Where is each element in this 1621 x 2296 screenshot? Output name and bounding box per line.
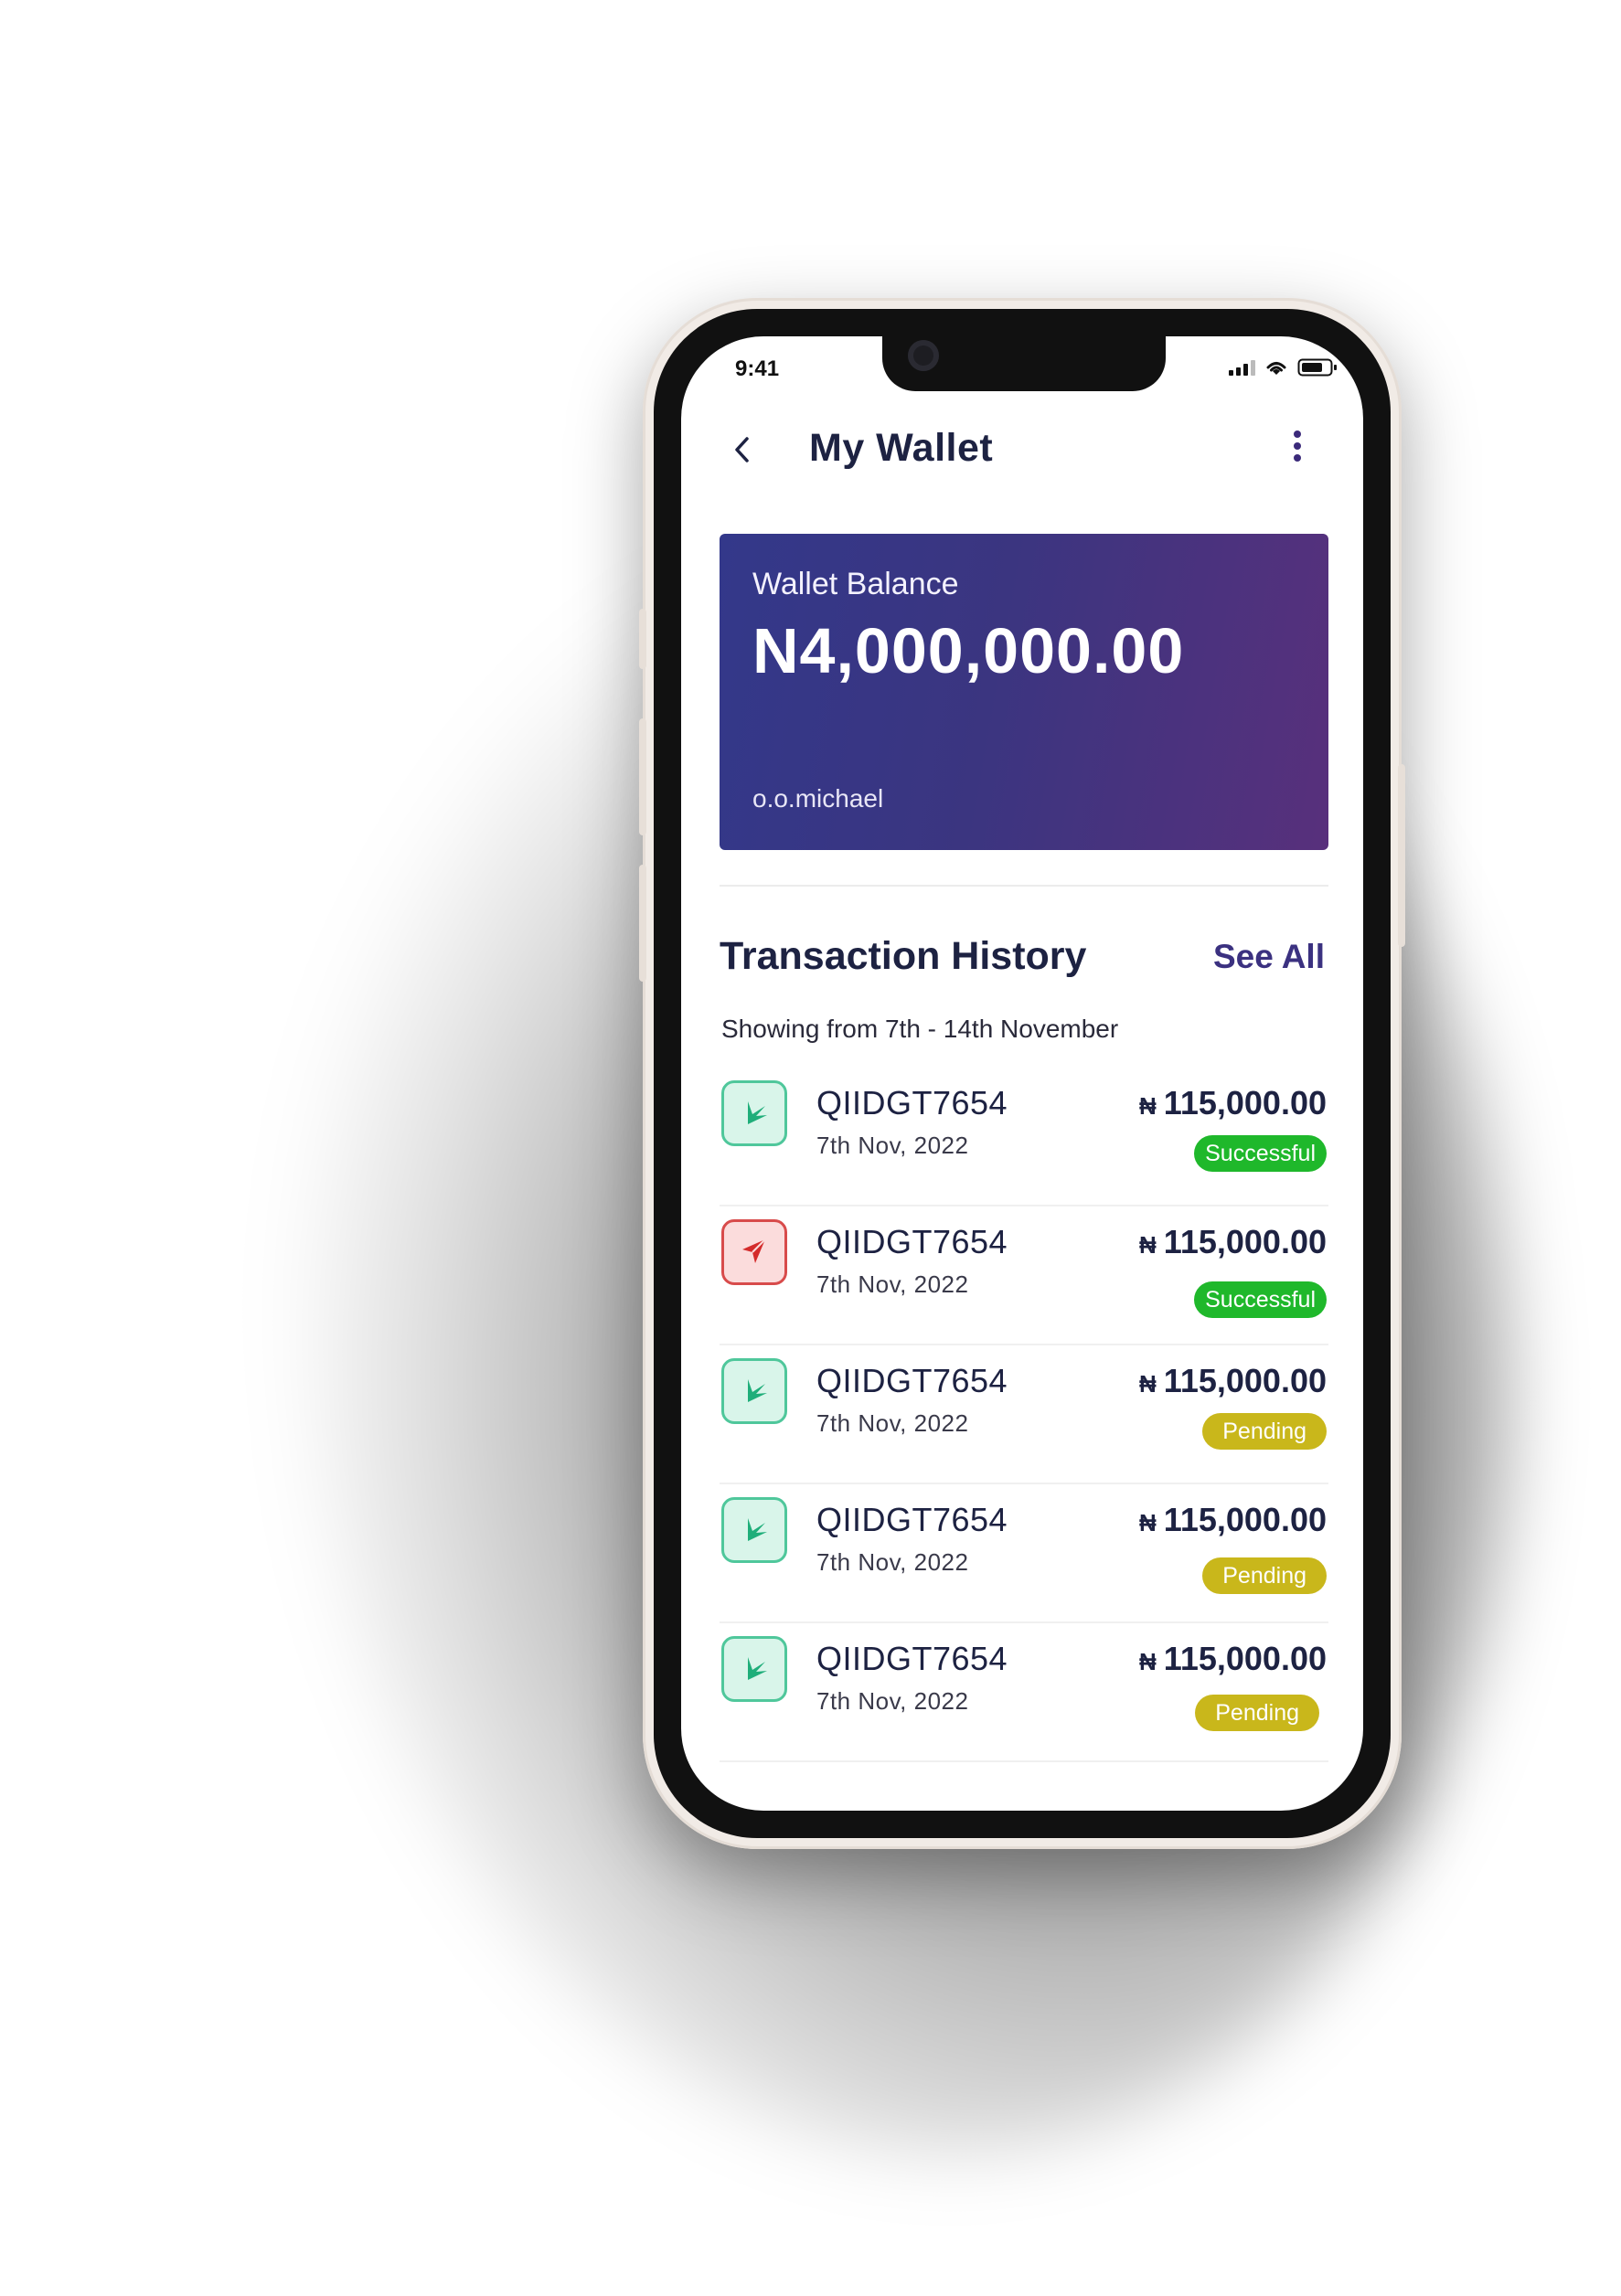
transaction-amount: ₦ 115,000.00 [1139,1501,1327,1539]
screen: 9:41 My Wallet Wallet Balance N4,000,000… [681,336,1363,1811]
naira-symbol: ₦ [1139,1509,1157,1536]
wallet-balance-card[interactable]: Wallet Balance N4,000,000.00 o.o.michael [720,534,1328,850]
wallet-username: o.o.michael [752,784,884,813]
status-time: 9:41 [735,356,780,381]
amount-value: 115,000.00 [1163,1362,1327,1399]
date-range-text: Showing from 7th - 14th November [721,1015,1119,1043]
back-button[interactable] [725,431,762,468]
status-badge: Pending [1195,1695,1319,1731]
wallet-balance-amount: N4,000,000.00 [752,615,1185,686]
transaction-date: 7th Nov, 2022 [816,1409,969,1437]
naira-symbol: ₦ [1139,1231,1157,1259]
transaction-date: 7th Nov, 2022 [816,1132,969,1159]
transaction-date: 7th Nov, 2022 [816,1687,969,1715]
status-badge: Pending [1202,1557,1327,1594]
bezel: 9:41 My Wallet Wallet Balance N4,000,000… [654,309,1391,1838]
naira-symbol: ₦ [1139,1370,1157,1398]
volume-up-button [639,718,646,835]
transaction-amount: ₦ 115,000.00 [1139,1362,1327,1400]
see-all-link[interactable]: See All [1213,938,1325,976]
transaction-id: QIIDGT7654 [816,1223,1008,1260]
page-title: My Wallet [809,426,994,470]
volume-down-button [639,865,646,982]
more-options-button[interactable] [1286,426,1308,470]
transaction-amount: ₦ 115,000.00 [1139,1640,1327,1678]
amount-value: 115,000.00 [1163,1084,1327,1121]
notch [882,336,1166,391]
camera-icon [908,340,939,371]
status-badge: Successful [1194,1281,1327,1318]
amount-value: 115,000.00 [1163,1501,1327,1538]
incoming-arrow-icon [721,1636,787,1702]
chevron-left-icon [735,437,749,462]
wallet-balance-label: Wallet Balance [752,567,959,601]
wifi-icon [1266,361,1286,375]
outgoing-send-icon [721,1219,787,1285]
transaction-amount: ₦ 115,000.00 [1139,1084,1327,1122]
transaction-id: QIIDGT7654 [816,1501,1008,1538]
transaction-date: 7th Nov, 2022 [816,1270,969,1298]
battery-icon [1297,358,1337,377]
status-badge: Pending [1202,1413,1327,1450]
divider [720,885,1328,887]
transaction-row[interactable]: QIIDGT7654 7th Nov, 2022 ₦ 115,000.00 Pen… [720,1345,1328,1484]
naira-symbol: ₦ [1139,1648,1157,1675]
incoming-arrow-icon [721,1497,787,1563]
signal-icon [1229,359,1255,376]
transaction-list: QIIDGT7654 7th Nov, 2022 ₦ 115,000.00 Suc… [720,1068,1328,1762]
transaction-row[interactable]: QIIDGT7654 7th Nov, 2022 ₦ 115,000.00 Pen… [720,1623,1328,1762]
transaction-row[interactable]: QIIDGT7654 7th Nov, 2022 ₦ 115,000.00 Suc… [720,1068,1328,1206]
transaction-row[interactable]: QIIDGT7654 7th Nov, 2022 ₦ 115,000.00 Pen… [720,1484,1328,1623]
transaction-id: QIIDGT7654 [816,1362,1008,1399]
kebab-menu-icon [1286,430,1308,462]
amount-value: 115,000.00 [1163,1640,1327,1677]
naira-symbol: ₦ [1139,1092,1157,1120]
transaction-id: QIIDGT7654 [816,1640,1008,1677]
phone-device: 9:41 My Wallet Wallet Balance N4,000,000… [639,298,1405,1849]
power-button [1398,764,1405,947]
incoming-arrow-icon [721,1358,787,1424]
mute-switch [639,609,646,669]
transaction-id: QIIDGT7654 [816,1084,1008,1121]
transaction-row[interactable]: QIIDGT7654 7th Nov, 2022 ₦ 115,000.00 Suc… [720,1206,1328,1345]
transaction-history-title: Transaction History [720,934,1087,978]
transaction-date: 7th Nov, 2022 [816,1548,969,1576]
status-badge: Successful [1194,1135,1327,1172]
incoming-arrow-icon [721,1080,787,1146]
status-icons [1229,358,1338,377]
app-header: My Wallet [681,419,1363,492]
amount-value: 115,000.00 [1163,1223,1327,1260]
transaction-amount: ₦ 115,000.00 [1139,1223,1327,1261]
